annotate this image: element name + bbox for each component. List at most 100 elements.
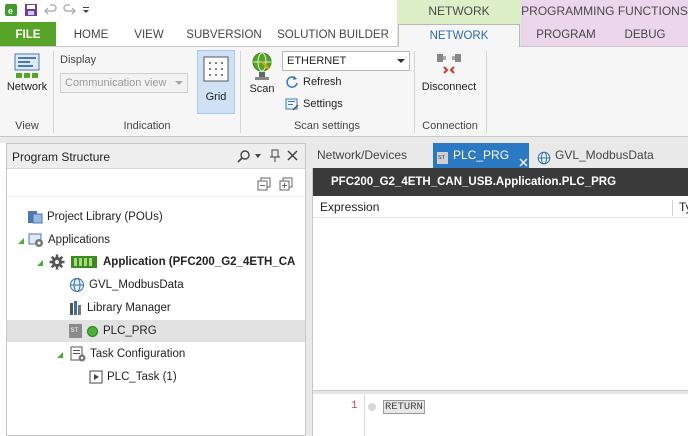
status-dot-icon	[87, 325, 98, 337]
network-functions-context: NETWORK FUNCTIONS	[397, 0, 521, 40]
scan-button-label: Scan	[249, 83, 275, 95]
settings-button[interactable]: Settings	[285, 97, 343, 111]
code-area[interactable]: 1 RETURN	[313, 394, 688, 436]
close-icon[interactable]	[519, 151, 528, 167]
group-separator	[486, 51, 487, 133]
column-type[interactable]: Ty	[679, 200, 688, 214]
editor-path-header: PFC200_G2_4ETH_CAN_USB.Application.PLC_P…	[313, 168, 688, 196]
expander-icon[interactable]	[56, 350, 64, 358]
globe-icon	[537, 149, 551, 164]
doc-tab-label: GVL_ModbusData	[555, 148, 654, 162]
tree-item-task-configuration[interactable]: Task Configuration	[7, 343, 305, 365]
grid-button-label: Grid	[205, 91, 227, 103]
customize-icon[interactable]	[82, 3, 90, 17]
scan-button[interactable]: Scan	[246, 51, 278, 105]
tree-item-project-library[interactable]: Project Library (POUs)	[7, 206, 305, 228]
network-button[interactable]: Network	[4, 51, 50, 101]
grid-button[interactable]: Grid	[197, 50, 235, 114]
tab-network[interactable]: NETWORK	[398, 24, 520, 47]
tab-solution-builder[interactable]: SOLUTION BUILDER	[276, 22, 390, 46]
doc-tab-gvl-modbusdata[interactable]: GVL_ModbusData	[537, 143, 654, 168]
tree-item-label: Task Configuration	[90, 348, 186, 360]
indication-group-label: Indication	[123, 120, 171, 132]
interface-combobox[interactable]: ETHERNET	[282, 51, 410, 71]
grid-icon	[201, 54, 231, 84]
task-config-icon	[70, 346, 86, 362]
settings-icon	[285, 97, 299, 111]
tree-item-gvl-modbusdata[interactable]: GVL_ModbusData	[7, 274, 305, 296]
column-divider[interactable]	[672, 200, 673, 216]
expander-icon[interactable]	[36, 258, 44, 266]
doc-tab-network-devices[interactable]: Network/Devices	[317, 143, 407, 168]
declaration-column-headers: Expression Ty	[313, 196, 688, 218]
undo-icon[interactable]	[43, 3, 58, 17]
application-icon	[71, 255, 97, 269]
document-tab-strip: Network/Devices ST PLC_PRG GVL_ModbusDat…	[312, 143, 688, 168]
network-button-label: Network	[6, 81, 48, 93]
search-icon[interactable]	[237, 149, 251, 163]
tree-item-plc-task[interactable]: PLC_Task (1)	[7, 366, 305, 388]
tree-item-applications[interactable]: Applications	[7, 229, 305, 251]
program-structure-title: Program Structure	[12, 150, 111, 164]
display-combobox[interactable]: Communication view	[60, 73, 188, 93]
tree-item-label: PLC_Task (1)	[107, 371, 177, 383]
collapse-all-icon[interactable]	[257, 177, 271, 191]
save-icon[interactable]	[24, 3, 38, 17]
pin-icon[interactable]	[269, 149, 281, 163]
refresh-icon	[285, 75, 299, 89]
column-expression[interactable]: Expression	[320, 200, 379, 214]
doc-tab-plc-prg[interactable]: ST PLC_PRG	[433, 143, 529, 168]
group-separator	[240, 51, 241, 133]
redo-icon[interactable]	[62, 3, 77, 17]
refresh-label: Refresh	[303, 76, 342, 88]
applications-icon	[28, 232, 44, 248]
chevron-down-icon	[397, 59, 405, 63]
display-label: Display	[60, 54, 97, 66]
tree-item-label: Applications	[48, 234, 111, 246]
gear-icon	[49, 254, 65, 270]
globe-icon	[69, 277, 85, 293]
programming-functions-context: PROGRAMMING FUNCTIONS	[521, 0, 688, 22]
tab-home[interactable]: HOME	[66, 22, 116, 46]
chevron-down-icon[interactable]	[255, 154, 261, 158]
st-program-icon: ST	[437, 149, 449, 164]
quick-access-toolbar: e	[4, 2, 90, 18]
tree-item-label: Application (PFC200_G2_4ETH_CA	[103, 256, 296, 268]
ribbon-tab-row: FILE HOME VIEW SUBVERSION SOLUTION BUILD…	[0, 22, 688, 47]
line-gutter: 1	[313, 394, 365, 436]
expander-icon[interactable]	[17, 236, 25, 244]
line-number: 1	[351, 400, 358, 412]
code-return-keyword[interactable]: RETURN	[383, 400, 425, 414]
tab-file[interactable]: FILE	[0, 22, 56, 46]
tree-item-label: Library Manager	[87, 302, 171, 314]
tree-item-application[interactable]: Application (PFC200_G2_4ETH_CA	[7, 251, 305, 273]
tab-debug[interactable]: DEBUG	[610, 22, 680, 46]
tree-item-label: GVL_ModbusData	[89, 279, 184, 291]
tab-view[interactable]: VIEW	[126, 22, 172, 46]
ribbon: Network View Display Communication view …	[0, 46, 688, 137]
disconnect-icon	[434, 51, 464, 81]
app-icon[interactable]: e	[4, 3, 18, 17]
group-separator	[414, 51, 415, 133]
tree-item-library-manager[interactable]: Library Manager	[7, 297, 305, 319]
svg-text:ST: ST	[71, 328, 79, 334]
plc-prg-editor: PFC200_G2_4ETH_CAN_USB.Application.PLC_P…	[312, 168, 688, 436]
tree-item-plc-prg[interactable]: ST PLC_PRG	[7, 320, 305, 342]
view-group-label: View	[15, 120, 39, 132]
st-program-icon: ST	[69, 323, 83, 339]
breakpoint-icon[interactable]	[368, 403, 376, 411]
expand-all-icon[interactable]	[279, 177, 293, 191]
refresh-button[interactable]: Refresh	[285, 75, 342, 89]
connection-group-label: Connection	[422, 120, 478, 132]
tab-subversion[interactable]: SUBVERSION	[184, 22, 264, 46]
declaration-area[interactable]	[313, 218, 688, 390]
library-manager-icon	[69, 300, 83, 316]
program-structure-pane: Program Structure Project Library (POUs)	[6, 143, 306, 436]
library-icon	[27, 209, 43, 225]
settings-label: Settings	[303, 98, 343, 110]
doc-tab-label: Network/Devices	[317, 148, 408, 162]
close-icon[interactable]	[287, 150, 298, 161]
disconnect-button[interactable]: Disconnect	[420, 51, 478, 105]
tab-program[interactable]: PROGRAM	[528, 22, 604, 46]
display-combobox-value: Communication view	[65, 77, 167, 89]
